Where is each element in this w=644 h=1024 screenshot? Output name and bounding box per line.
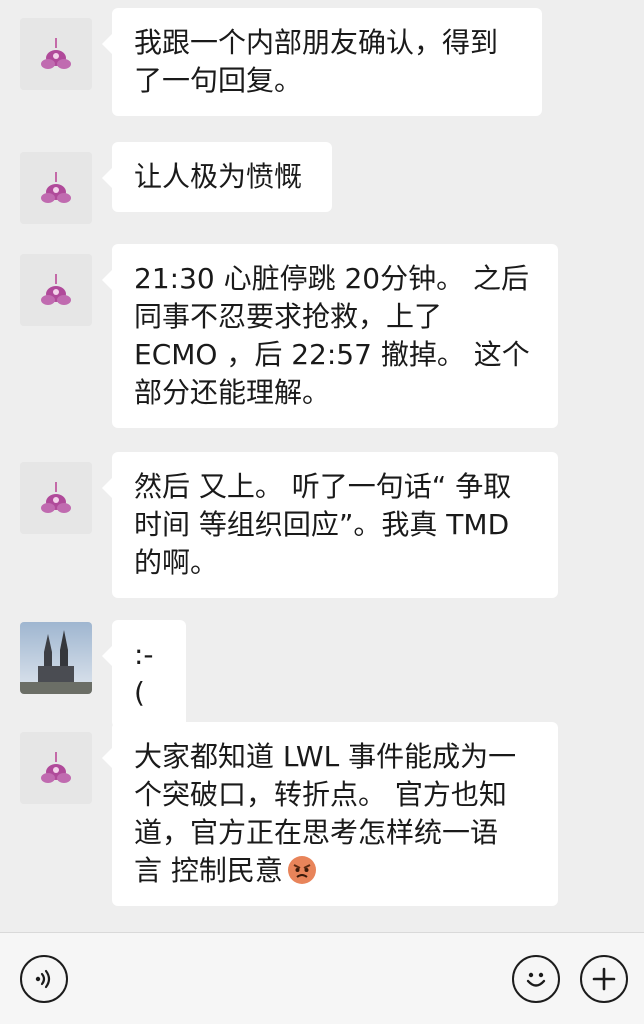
message-bubble[interactable]: 21:30 心脏停跳 20分钟。 之后 同事不忍要求抢救，上了 ECMO ，后 … xyxy=(102,244,558,428)
message-bubble[interactable]: 我跟一个内部朋友确认，得到 了一句回复。 xyxy=(102,8,542,116)
message-bubble[interactable]: 然后 又上。 听了一句话“ 争取 时间 等组织回应”。我真 TMD 的啊。 xyxy=(102,452,558,598)
voice-icon[interactable] xyxy=(20,955,68,1003)
angry-face-emoji xyxy=(287,856,316,884)
flower-avatar[interactable] xyxy=(20,254,92,326)
chat-input-bar xyxy=(0,932,644,1024)
message-text: 大家都知道 LWL 事件能成为一 个突破口，转折点。 官方也知 道，官方正在思考… xyxy=(134,740,517,887)
flower-avatar[interactable] xyxy=(20,152,92,224)
message-bubble[interactable]: :-( xyxy=(102,620,186,728)
plus-icon[interactable] xyxy=(580,955,628,1003)
flower-avatar[interactable] xyxy=(20,462,92,534)
flower-avatar[interactable] xyxy=(20,18,92,90)
smiley-icon[interactable] xyxy=(512,955,560,1003)
cathedral-avatar[interactable] xyxy=(20,622,92,694)
flower-avatar[interactable] xyxy=(20,732,92,804)
message-bubble[interactable]: 大家都知道 LWL 事件能成为一 个突破口，转折点。 官方也知 道，官方正在思考… xyxy=(102,722,558,906)
message-bubble[interactable]: 让人极为愤慨 xyxy=(102,142,332,212)
chat-history[interactable]: 我跟一个内部朋友确认，得到 了一句回复。 让人极为愤慨 21:30 心脏停跳 2… xyxy=(0,0,644,930)
